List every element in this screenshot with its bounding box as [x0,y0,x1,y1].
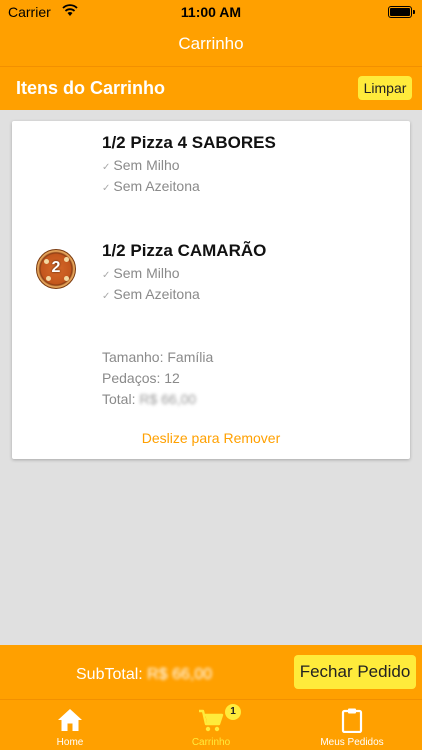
pizza-icon-number: 2 [51,259,61,276]
swipe-hint: Deslize para Remover [141,430,281,446]
tab-label: Carrinho [191,737,231,748]
item-option: ✓ Sem Milho [102,157,180,173]
clear-cart-button[interactable]: Limpar [358,76,412,100]
tab-my-orders[interactable]: Meus Pedidos [282,700,422,750]
cart-item-card[interactable]: 1/2 Pizza 4 SABORES ✓ Sem Milho ✓ Sem Azei… [12,121,410,459]
check-icon: ✓ [102,270,111,281]
checkout-button[interactable]: Fechar Pedido [294,655,416,689]
cart-icon [199,709,224,732]
cart-header: Itens do Carrinho Limpar [0,66,422,110]
nav-title: Carrinho [178,34,244,53]
tab-label: Home [56,737,84,748]
cart-header-title: Itens do Carrinho [16,78,166,98]
total-value: R$ 66,00 [139,391,197,407]
cart-count-badge: 1 [225,704,241,720]
check-icon: ✓ [102,291,111,302]
home-icon [58,709,82,731]
item-option: ✓ Sem Milho [102,265,180,281]
total-row: Total: R$ 66,00 [102,389,213,410]
item-option: ✓ Sem Azeitona [102,286,200,302]
check-icon: ✓ [102,183,111,194]
slices-label: Pedaços: 12 [102,370,180,386]
tab-bar: Home 1 Carrinho Meus Pedidos [0,699,422,750]
clock: 11:00 AM [180,4,242,20]
checkout-bar: SubTotal: R$ 66,00 Fechar Pedido [0,645,422,699]
check-icon: ✓ [102,162,111,173]
cart-item: 1/2 Pizza CAMARÃO ✓ Sem Milho ✓ Sem Azeito… [102,241,266,305]
nav-bar: Carrinho [0,24,422,66]
subtotal: SubTotal: R$ 66,00 [76,666,212,684]
item-name: 1/2 Pizza 4 SABORES [102,133,276,152]
tab-label: Meus Pedidos [320,737,384,748]
status-bar: Carrier 11:00 AM [0,0,422,24]
cart-item: 1/2 Pizza 4 SABORES ✓ Sem Milho ✓ Sem Azei… [102,133,276,197]
subtotal-value: R$ 66,00 [147,666,213,683]
subtotal-label: SubTotal: [76,666,143,683]
item-option: ✓ Sem Azeitona [102,178,200,194]
battery-icon [388,6,415,18]
size-label: Tamanho: Família [102,349,214,365]
pizza-icon: 2 [36,249,76,289]
total-label: Total: [102,391,136,407]
item-name: 1/2 Pizza CAMARÃO [102,241,267,260]
order-details: Tamanho: Família Pedaços: 12 Total: R$ 6… [102,347,213,410]
tab-home[interactable]: Home [0,700,140,750]
clipboard-icon [341,708,363,733]
tab-cart[interactable]: 1 Carrinho [141,700,281,750]
